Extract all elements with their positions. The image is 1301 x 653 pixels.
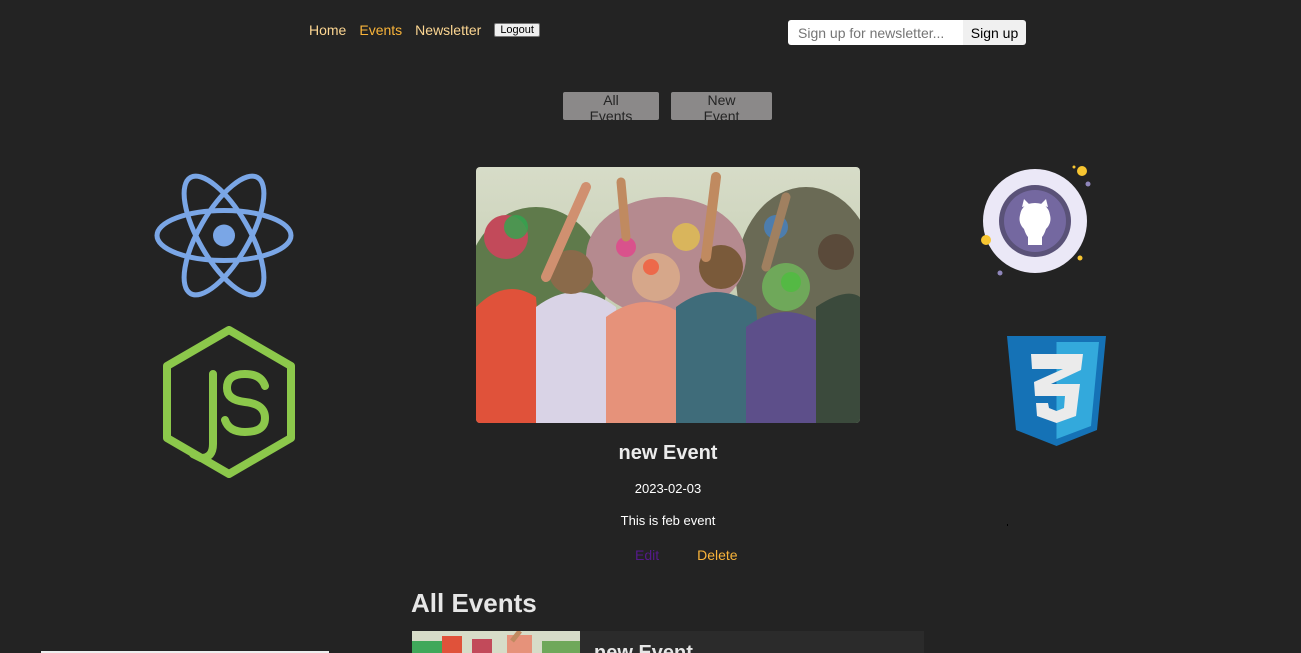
delete-event-button[interactable]: Delete	[697, 547, 737, 563]
nodejs-logo	[163, 326, 295, 478]
events-nav: All Events New Event	[563, 92, 772, 124]
event-description: This is feb event	[620, 513, 716, 528]
event-date: 2023-02-03	[634, 481, 702, 496]
nav-home-link[interactable]: Home	[309, 22, 346, 38]
new-event-button[interactable]: New Event	[671, 92, 772, 124]
react-logo	[154, 173, 294, 298]
event-image	[476, 167, 860, 423]
event-actions: Edit Delete	[635, 547, 738, 563]
page: Home Events Newsletter Logout Sign up Al…	[0, 0, 1301, 653]
tiny-dot	[1007, 524, 1008, 526]
nav-newsletter-link[interactable]: Newsletter	[415, 22, 481, 38]
newsletter-signup-button[interactable]: Sign up	[963, 20, 1026, 45]
main-nav: Home Events Newsletter Logout	[309, 22, 540, 38]
logout-button[interactable]: Logout	[494, 23, 540, 37]
event-title: new Event	[618, 442, 718, 464]
event-thumbnail	[412, 631, 580, 653]
all-events-button[interactable]: All Events	[563, 92, 659, 124]
newsletter-email-input[interactable]	[788, 20, 963, 45]
css3-logo	[1007, 336, 1106, 446]
github-logo	[981, 165, 1091, 276]
all-events-heading: All Events	[411, 588, 537, 618]
nav-events-link[interactable]: Events	[359, 22, 402, 38]
list-item-title: new Event	[594, 642, 693, 653]
list-item[interactable]: new Event	[412, 631, 924, 653]
edit-event-link[interactable]: Edit	[635, 547, 659, 563]
newsletter-signup-form: Sign up	[788, 20, 1026, 45]
